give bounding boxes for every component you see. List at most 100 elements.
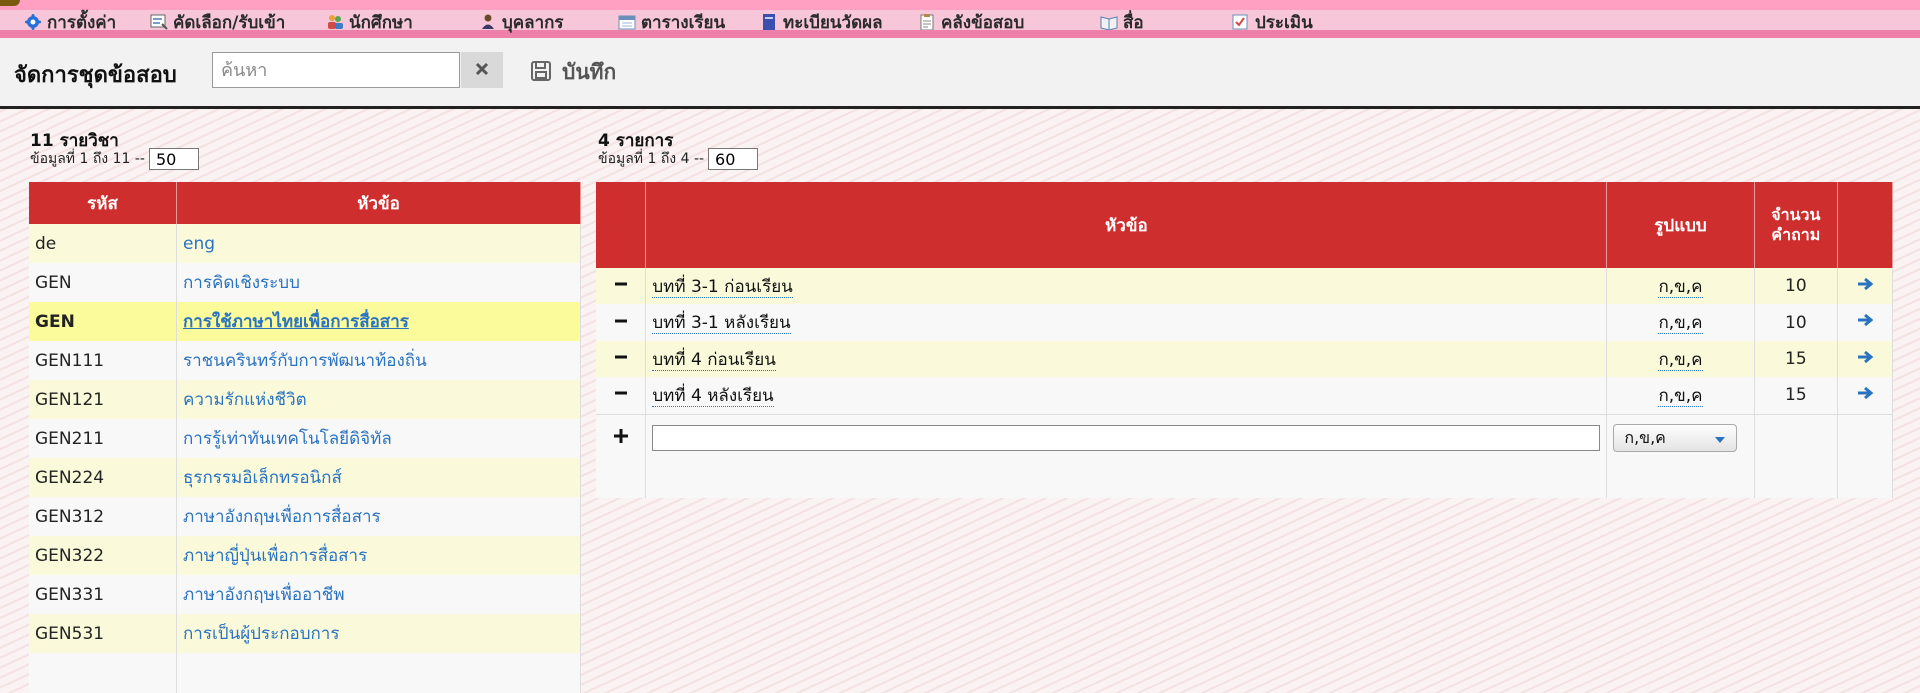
remove-row-button[interactable]: [602, 276, 639, 296]
add-row-button[interactable]: [602, 428, 639, 449]
search-input[interactable]: [212, 52, 460, 88]
table-row[interactable]: GEN322 ภาษาญี่ปุ่นเพื่อการสื่อสาร: [29, 536, 581, 575]
empty-cell: [1837, 462, 1893, 498]
table-row[interactable]: GEN111 ราชนครินทร์กับการพัฒนาท้องถิ่น: [29, 341, 581, 380]
remove-cell: [596, 268, 647, 304]
exam-sets-page-size-input[interactable]: [708, 148, 759, 170]
menu-item-settings[interactable]: การตั้งค่า: [24, 10, 116, 34]
empty-cell: [176, 653, 581, 693]
exam-set-format-link[interactable]: ก,ข,ค: [1658, 385, 1703, 407]
empty-cell: [1754, 462, 1839, 498]
subject-title-link[interactable]: ภาษาอังกฤษเพื่ออาชีพ: [176, 575, 581, 614]
menu-item-label: บุคลากร: [502, 12, 564, 33]
registry-icon: [760, 14, 778, 30]
remove-cell: [596, 341, 647, 377]
subject-code: GEN: [29, 263, 177, 302]
subject-title-link[interactable]: ราชนครินทร์กับการพัฒนาท้องถิ่น: [176, 341, 581, 380]
title-cell: บทที่ 3-1 หลังเรียน: [645, 304, 1608, 341]
menu-item-media[interactable]: สื่อ: [1100, 10, 1144, 34]
table-row[interactable]: บทที่ 3-1 หลังเรียน ก,ข,ค 10: [596, 304, 1893, 341]
arrow-right-icon[interactable]: [1856, 313, 1874, 333]
format-select[interactable]: ก,ข,ค: [1613, 424, 1738, 453]
exam-sets-range-text: ข้อมูลที่ 1 ถึง 4 --: [598, 151, 705, 167]
title-cell: บทที่ 4 หลังเรียน: [645, 377, 1608, 414]
exam-set-title-link[interactable]: บทที่ 3-1 หลังเรียน: [652, 313, 791, 334]
subject-title-link[interactable]: ภาษาอังกฤษเพื่อการสื่อสาร: [176, 497, 581, 536]
question-count: 15: [1754, 341, 1839, 377]
subject-code: GEN531: [29, 614, 177, 653]
exam-sets-range: ข้อมูลที่ 1 ถึง 4 --: [598, 148, 759, 170]
table-row[interactable]: GEN224 ธุรกรรมอิเล็กทรอนิกส์: [29, 458, 581, 497]
media-icon: [1100, 14, 1118, 31]
new-exam-set-title-input[interactable]: [652, 425, 1601, 452]
subject-title-link[interactable]: การรู้เท่าทันเทคโนโลยีดิจิทัล: [176, 419, 581, 458]
exam-set-title-link[interactable]: บทที่ 3-1 ก่อนเรียน: [652, 276, 793, 298]
menu-item-label: คลังข้อสอบ: [941, 12, 1025, 33]
table-row[interactable]: GEN121 ความรักแห่งชีวิต: [29, 380, 581, 419]
subject-title-link[interactable]: การใช้ภาษาไทยเพื่อการสื่อสาร: [176, 302, 581, 341]
subjects-range-text: ข้อมูลที่ 1 ถึง 11 --: [30, 151, 145, 167]
table-row[interactable]: GEN211 การรู้เท่าทันเทคโนโลยีดิจิทัล: [29, 419, 581, 458]
subject-title-link[interactable]: ภาษาญี่ปุ่นเพื่อการสื่อสาร: [176, 536, 581, 575]
menu-item-timetable[interactable]: ตารางเรียน: [618, 10, 725, 34]
arrow-right-icon[interactable]: [1856, 350, 1874, 370]
table-row[interactable]: de eng: [29, 224, 581, 263]
menu-item-evaluate[interactable]: ประเมิน: [1232, 10, 1313, 34]
minus-icon: [614, 276, 628, 296]
exam-set-format-link[interactable]: ก,ข,ค: [1658, 349, 1703, 371]
table-row[interactable]: บทที่ 4 ก่อนเรียน ก,ข,ค 15: [596, 341, 1893, 377]
subject-code: GEN: [29, 302, 177, 341]
exam-set-format-link[interactable]: ก,ข,ค: [1658, 276, 1703, 298]
exam-set-title-link[interactable]: บทที่ 4 ก่อนเรียน: [652, 349, 776, 371]
remove-row-button[interactable]: [602, 313, 639, 333]
empty-cell: [1754, 414, 1839, 462]
new-title-cell: [645, 414, 1608, 462]
subject-title-link[interactable]: การเป็นผู้ประกอบการ: [176, 614, 581, 653]
logo-fragment: [0, 0, 20, 6]
table-row[interactable]: GEN312 ภาษาอังกฤษเพื่อการสื่อสาร: [29, 497, 581, 536]
remove-row-button[interactable]: [602, 385, 639, 405]
table-row[interactable]: GEN331 ภาษาอังกฤษเพื่ออาชีพ: [29, 575, 581, 614]
empty-cell: [596, 462, 647, 498]
table-row[interactable]: GEN การคิดเชิงระบบ: [29, 263, 581, 302]
table-row[interactable]: GEN531 การเป็นผู้ประกอบการ: [29, 614, 581, 653]
menu-item-label: การตั้งค่า: [47, 12, 117, 33]
staff-icon: [479, 14, 497, 30]
table-row-selected[interactable]: GEN การใช้ภาษาไทยเพื่อการสื่อสาร: [29, 302, 581, 341]
exam-set-format-link[interactable]: ก,ข,ค: [1658, 313, 1703, 334]
exam-set-title-link[interactable]: บทที่ 4 หลังเรียน: [652, 385, 774, 407]
subject-title-link[interactable]: การคิดเชิงระบบ: [176, 263, 581, 302]
menu-item-exam-bank[interactable]: คลังข้อสอบ: [918, 10, 1024, 34]
floppy-disk-icon: [530, 60, 552, 86]
subject-code: GEN224: [29, 458, 177, 497]
format-cell: ก,ข,ค: [1606, 377, 1755, 414]
column-header-title[interactable]: หัวข้อ: [645, 182, 1608, 268]
column-header-code[interactable]: รหัส: [29, 182, 177, 224]
subject-title-link[interactable]: ธุรกรรมอิเล็กทรอนิกส์: [176, 458, 581, 497]
table-row[interactable]: บทที่ 4 หลังเรียน ก,ข,ค 15: [596, 377, 1893, 414]
menu-item-select[interactable]: คัดเลือก/รับเข้า: [150, 10, 285, 34]
column-header-format[interactable]: รูปแบบ: [1606, 182, 1755, 268]
subject-code: GEN121: [29, 380, 177, 419]
save-button[interactable]: บันทึก: [530, 56, 616, 89]
column-header-question-count[interactable]: จำนวนคำถาม: [1754, 182, 1839, 268]
remove-cell: [596, 377, 647, 414]
arrow-right-icon[interactable]: [1856, 277, 1874, 297]
subject-code: GEN331: [29, 575, 177, 614]
remove-row-button[interactable]: [602, 349, 639, 369]
table-row[interactable]: บทที่ 3-1 ก่อนเรียน ก,ข,ค 10: [596, 268, 1893, 304]
clear-search-button[interactable]: [461, 52, 503, 88]
subject-title-link[interactable]: ความรักแห่งชีวิต: [176, 380, 581, 419]
column-header-title[interactable]: หัวข้อ: [176, 182, 581, 224]
table-footer-row: [29, 653, 581, 693]
minus-icon: [614, 349, 628, 369]
menu-item-staff[interactable]: บุคลากร: [479, 10, 564, 34]
column-header-open: [1837, 182, 1893, 268]
subjects-page-size-input[interactable]: [148, 148, 199, 170]
menu-item-students[interactable]: นักศึกษา: [326, 10, 413, 34]
evaluate-icon: [1232, 14, 1250, 30]
arrow-right-icon[interactable]: [1856, 386, 1874, 406]
subject-title-link[interactable]: eng: [176, 224, 581, 263]
menu-item-registry[interactable]: ทะเบียนวัดผล: [760, 10, 883, 34]
empty-cell: [1606, 462, 1755, 498]
